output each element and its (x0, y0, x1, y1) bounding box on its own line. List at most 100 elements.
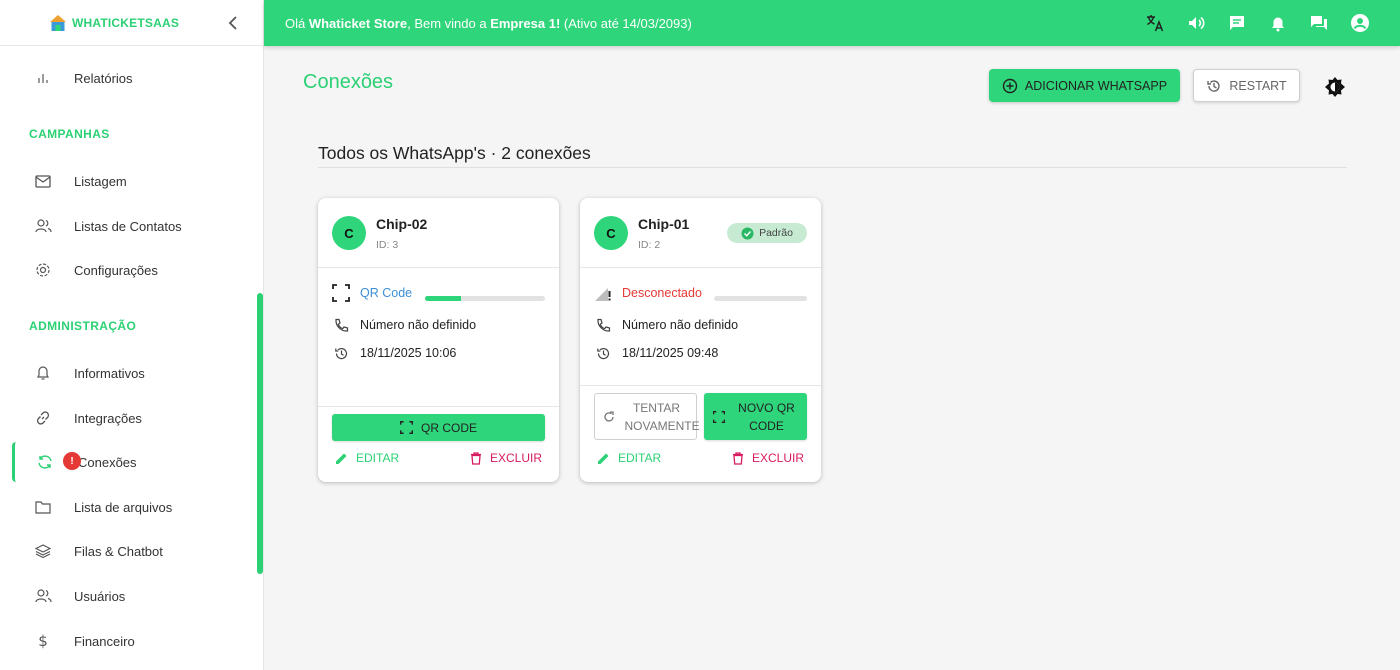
translate-icon[interactable] (1145, 13, 1165, 33)
section-title-administracao: ADMINISTRAÇÃO (29, 319, 137, 333)
history-icon (594, 344, 612, 362)
history-icon (1207, 79, 1221, 92)
sidebar-item-label: Listagem (74, 173, 127, 189)
sidebar: WHATICKETSAAS Relatórios CAMPANHAS Lista… (0, 0, 264, 670)
connection-status: QR Code (360, 286, 413, 300)
check-circle-icon (741, 227, 754, 239)
chat-icon[interactable] (1227, 13, 1247, 33)
collapse-sidebar-button[interactable] (225, 14, 241, 32)
delete-button[interactable]: EXCLUIR (470, 451, 542, 465)
connection-id: ID: 2 (638, 239, 661, 251)
topbar-icons (1124, 13, 1370, 33)
phone-icon (594, 316, 612, 334)
sync-icon (36, 453, 54, 471)
add-circle-icon (1002, 78, 1018, 93)
forum-icon[interactable] (1309, 13, 1329, 33)
topbar: Olá Whaticket Store, Bem vindo a Empresa… (264, 0, 1400, 46)
sidebar-item-filas-chatbot[interactable]: Filas & Chatbot (0, 531, 264, 571)
chevron-left-icon (228, 16, 237, 30)
trash-icon (732, 451, 743, 465)
qr-scan-icon (399, 421, 413, 434)
connection-status: Desconectado (622, 286, 702, 300)
sidebar-scrollbar[interactable] (257, 293, 263, 574)
card-header: C Chip-02 ID: 3 (318, 198, 559, 268)
sidebar-item-lista-arquivos[interactable]: Lista de arquivos (0, 487, 264, 527)
dollar-icon: $ (38, 632, 48, 650)
account-icon[interactable] (1350, 13, 1370, 33)
retry-button[interactable]: TENTAR NOVAMENTE (594, 393, 700, 440)
sidebar-item-financeiro[interactable]: $ Financeiro (0, 621, 264, 661)
sidebar-item-label: Listas de Contatos (74, 218, 182, 234)
mail-icon (34, 172, 52, 190)
status-row: Desconectado (594, 284, 702, 302)
number-row: Número não definido (594, 316, 738, 334)
layers-icon (34, 542, 52, 560)
pencil-icon (598, 453, 609, 464)
bar-chart-icon (34, 69, 52, 87)
sidebar-item-label: Usuários (74, 588, 126, 604)
trash-icon (470, 451, 481, 465)
logo-text: WHATICKETSAAS (72, 15, 180, 30)
card-divider (580, 385, 821, 386)
sidebar-item-label: Relatórios (74, 70, 133, 86)
sidebar-item-listagem[interactable]: Listagem (0, 161, 264, 201)
sidebar-item-label: Conexões (78, 454, 137, 470)
sidebar-item-label: Lista de arquivos (74, 499, 173, 515)
section-heading: Todos os WhatsApp's · 2 conexões (318, 143, 591, 163)
last-update: 18/11/2025 09:48 (622, 346, 719, 360)
card-divider (318, 406, 559, 407)
sidebar-item-label: Configurações (74, 262, 158, 278)
edit-button[interactable]: EDITAR (597, 451, 661, 465)
users-icon (34, 217, 52, 235)
sidebar-item-label: Financeiro (74, 633, 135, 649)
qr-code-button[interactable]: QR CODE (332, 414, 545, 441)
theme-toggle-icon[interactable] (1324, 76, 1346, 98)
phone-number: Número não definido (360, 318, 477, 332)
qr-scan-icon (332, 284, 350, 302)
connection-name: Chip-02 (376, 216, 428, 232)
phone-icon (332, 316, 350, 334)
notification-badge: ! (63, 452, 81, 470)
sidebar-item-label: Filas & Chatbot (74, 543, 163, 559)
sidebar-item-label: Informativos (74, 365, 145, 381)
add-whatsapp-button[interactable]: ADICIONAR WHATSAPP (989, 69, 1180, 102)
sidebar-item-conexoes[interactable]: ! Conexões (12, 442, 252, 482)
users-icon (34, 587, 52, 605)
delete-button[interactable]: EXCLUIR (732, 451, 804, 465)
sidebar-item-listas-contatos[interactable]: Listas de Contatos (0, 206, 264, 246)
edit-button[interactable]: EDITAR (335, 451, 399, 465)
card-header: C Chip-01 ID: 2 Padrão (580, 198, 821, 268)
bell-icon[interactable] (1268, 13, 1288, 33)
connection-card-chip-02: C Chip-02 ID: 3 QR Code Número não defin… (318, 198, 559, 482)
default-chip: Padrão (727, 223, 807, 243)
refresh-icon (603, 410, 617, 423)
phone-number: Número não definido (622, 318, 739, 332)
pencil-icon (336, 453, 347, 464)
sidebar-item-relatorios[interactable]: Relatórios (0, 58, 264, 98)
restart-button[interactable]: RESTART (1193, 69, 1300, 102)
sidebar-item-configuracoes[interactable]: Configurações (0, 250, 264, 290)
progress-bar (425, 296, 545, 301)
sidebar-item-informativos[interactable]: Informativos (0, 353, 264, 393)
volume-icon[interactable] (1186, 13, 1206, 33)
sidebar-item-label: Integrações (74, 410, 142, 426)
greeting-text: Olá Whaticket Store, Bem vindo a Empresa… (285, 15, 692, 31)
folder-icon (34, 498, 52, 516)
link-icon (34, 409, 52, 427)
new-qr-code-button[interactable]: NOVO QR CODE (704, 393, 807, 440)
datetime-row: 18/11/2025 09:48 (594, 344, 718, 362)
sidebar-item-integracoes[interactable]: Integrações (0, 398, 264, 438)
last-update: 18/11/2025 10:06 (360, 346, 457, 360)
number-row: Número não definido (332, 316, 476, 334)
signal-alert-icon (594, 284, 612, 302)
gear-icon (34, 261, 52, 279)
avatar: C (594, 216, 628, 250)
connection-card-chip-01: C Chip-01 ID: 2 Padrão Desconectado Núme… (580, 198, 821, 482)
section-divider (318, 167, 1347, 168)
bell-icon (34, 364, 52, 382)
avatar: C (332, 216, 366, 250)
status-row: QR Code (332, 284, 412, 302)
logo-bar: WHATICKETSAAS (0, 0, 263, 46)
sidebar-item-usuarios[interactable]: Usuários (0, 576, 264, 616)
datetime-row: 18/11/2025 10:06 (332, 344, 456, 362)
